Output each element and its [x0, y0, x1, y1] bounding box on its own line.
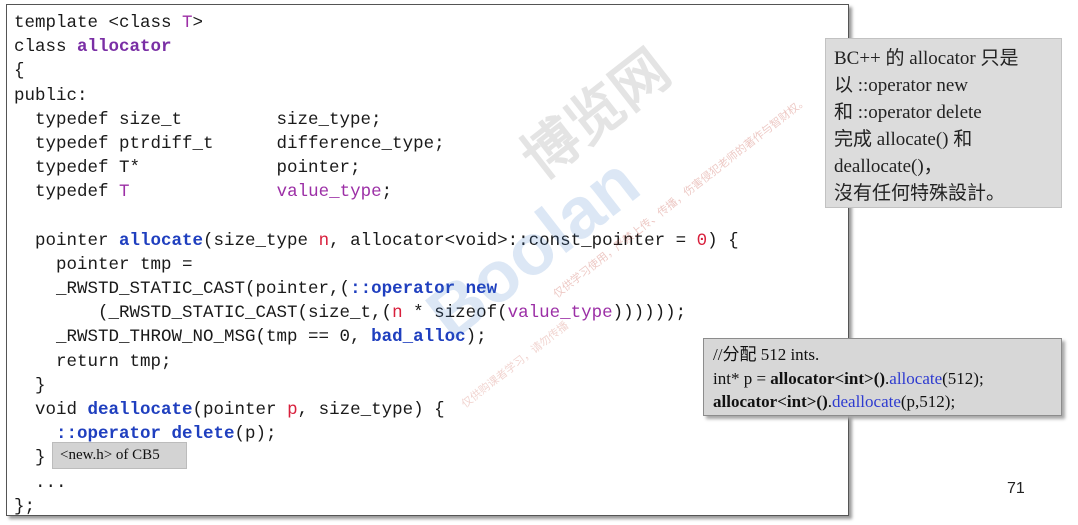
code-line: typedef T value_type; — [14, 182, 393, 203]
note-line: 完成 allocate() 和 — [834, 129, 973, 150]
code-line: pointer allocate(size_type n, allocator<… — [14, 230, 739, 251]
note-line: 以 ::operator new — [834, 75, 969, 96]
code-line: typedef size_t size_type; — [14, 109, 382, 130]
code-line: return tmp; — [14, 351, 172, 372]
code-line: template <class T> — [14, 13, 204, 33]
code-line: }; — [14, 496, 36, 517]
usage-deallocate-line: allocator<int>().deallocate(p,512); — [713, 392, 956, 411]
code-line: class allocator — [14, 37, 172, 58]
explanation-note: BC++ 的 allocator 只是以 ::operator new和 ::o… — [825, 38, 1062, 208]
note-line: BC++ 的 allocator 只是 — [834, 48, 1019, 69]
page-number: 71 — [1007, 480, 1025, 497]
code-line: (_RWSTD_STATIC_CAST(size_t,(n * sizeof(v… — [14, 303, 687, 324]
code-line: void deallocate(pointer p, size_type) { — [14, 400, 445, 420]
code-line: typedef ptrdiff_t difference_type; — [14, 133, 445, 154]
code-line: _RWSTD_THROW_NO_MSG(tmp == 0, bad_alloc)… — [14, 327, 487, 348]
code-line: pointer tmp = — [14, 254, 193, 275]
source-tag: <new.h> of CB5 — [52, 442, 187, 469]
note-line: 和 ::operator delete — [834, 102, 982, 123]
code-line: ... — [14, 472, 67, 493]
code-line: public: — [14, 85, 88, 106]
usage-allocate-line: int* p = allocator<int>().allocate(512); — [713, 368, 984, 388]
usage-comment: //分配 512 ints. — [713, 345, 820, 364]
code-line: typedef T* pointer; — [14, 158, 361, 179]
usage-example: //分配 512 ints. int* p = allocator<int>()… — [703, 338, 1062, 416]
note-line: 沒有任何特殊設計。 — [834, 183, 1006, 204]
code-line: _RWSTD_STATIC_CAST(pointer,(::operator n… — [14, 279, 498, 300]
code-panel: template <class T> class allocator { public… — [6, 4, 849, 517]
code-line: } — [14, 375, 46, 396]
code-line: { — [14, 61, 25, 82]
note-line: deallocate()， — [834, 156, 943, 177]
